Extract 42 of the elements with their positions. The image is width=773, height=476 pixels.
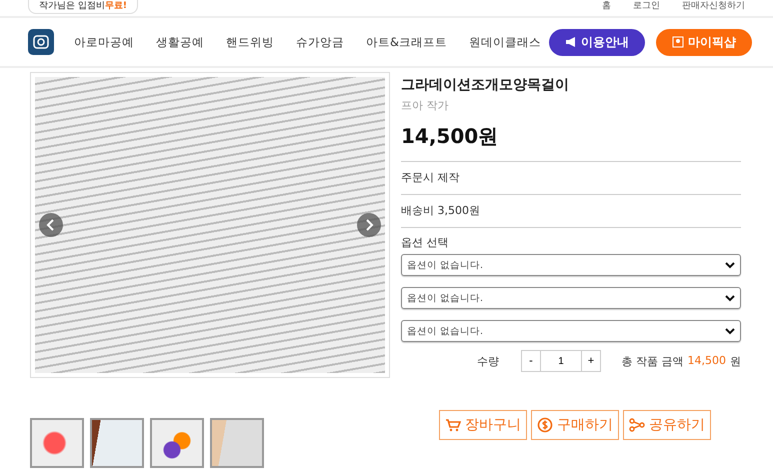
nav-link[interactable]: 아트&크래프트 [366,34,447,50]
total-label: 총 작품 금액 [622,354,684,368]
chevron-down-icon [725,328,735,334]
decrease-button[interactable]: - [521,350,541,372]
option-select[interactable]: 옵션이 없습니다. [401,287,741,309]
artist-name: 프아 작가 [401,99,450,113]
promo-badge: 작가님은 입점비무료! [28,0,138,14]
nav-link[interactable]: 슈가앙금 [296,34,344,50]
thumbnail-photo[interactable] [30,418,84,468]
option-label: 옵션 선택 [401,236,450,250]
cart-icon [445,417,461,433]
nav-link[interactable]: 아로마공예 [74,34,134,50]
top-link[interactable]: 판매자신청하기 [682,0,745,13]
profile-card-icon [672,36,684,48]
thumbnail-photo[interactable] [90,418,144,468]
nav-link[interactable]: 원데이클래스 [468,34,541,50]
chevron-right-icon [364,219,374,231]
shipping-fee: 배송비 3,500원 [401,195,741,228]
megaphone-icon [565,36,577,48]
thumbnail-photo[interactable] [210,418,264,468]
option-select[interactable]: 옵션이 없습니다. [401,254,741,276]
chevron-left-icon [46,219,56,231]
product-title: 그라데이션조개모양목걸이 [401,76,570,94]
chevron-down-icon [725,294,735,302]
top-link[interactable]: 홈 [602,0,611,13]
production-note: 주문시 제작 [401,162,741,195]
nav-link[interactable]: 생활공예 [156,34,204,50]
increase-button[interactable]: + [581,350,601,372]
guide-button[interactable]: 이용안내 [549,28,645,56]
total-amount: 14,500 [688,354,726,368]
nav-link[interactable]: 핸드위빙 [226,34,274,50]
quantity-field[interactable]: 1 [541,350,581,372]
product-price: 14,500원 [401,123,741,162]
quantity-label: 수량 [477,354,500,368]
share-icon [629,417,645,433]
chevron-down-icon [725,262,735,268]
logo-icon[interactable] [28,29,54,55]
currency-unit: 원 [730,354,741,368]
option-select[interactable]: 옵션이 없습니다. [401,320,741,342]
thumbnail-photo[interactable] [150,418,204,468]
top-link[interactable]: 로그인 [633,0,660,13]
dollar-coin-icon [537,417,553,433]
